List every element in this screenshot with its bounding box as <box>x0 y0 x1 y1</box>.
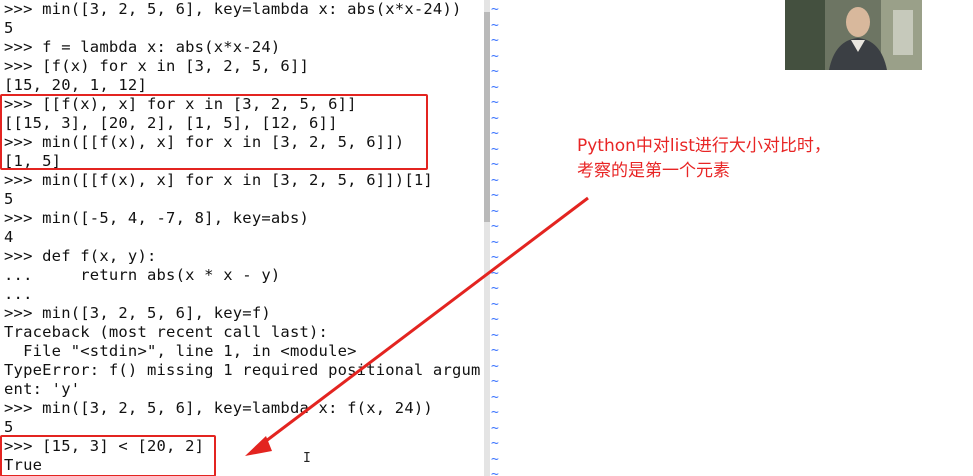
annotation-text: Python中对list进行大小对比时， 考察的是第一个元素 <box>577 134 831 184</box>
tilde-marker: ~ <box>491 312 499 327</box>
tilde-marker: ~ <box>491 234 499 250</box>
tilde-marker: ~ <box>491 405 499 420</box>
tilde-marker: ~ <box>491 17 499 33</box>
tilde-marker: ~ <box>491 436 499 451</box>
editor-gutter: ~ ~ ~ ~ ~ ~ ~ ~ ~ ~ ~ ~ ~ ~ ~ ~ ~ ~ ~ ~ ~ ~ ~ ~ ~ ~ ~ ~ ~ ~ ~ <box>490 0 504 476</box>
annotation-line-1: Python中对list进行大小对比时， <box>577 136 831 156</box>
tilde-marker: ~ <box>491 420 499 436</box>
tilde-marker: ~ <box>491 188 499 203</box>
tilde-marker: ~ <box>491 157 499 172</box>
tilde-marker: ~ <box>491 48 499 64</box>
presenter-webcam <box>785 0 922 70</box>
terminal-line: 5 <box>4 190 14 208</box>
terminal-line: 5 <box>4 19 14 37</box>
terminal-pane[interactable]: >>> min([3, 2, 5, 6], key=lambda x: abs(… <box>0 0 484 476</box>
tilde-marker: ~ <box>491 203 499 219</box>
highlight-box-comparison <box>0 435 216 476</box>
terminal-line: Traceback (most recent call last): <box>4 323 329 341</box>
tilde-marker: ~ <box>491 389 499 405</box>
terminal-line: TypeError: f() missing 1 required positi… <box>4 361 481 379</box>
tilde-marker: ~ <box>491 343 499 358</box>
tilde-marker: ~ <box>491 467 499 476</box>
tilde-marker: ~ <box>491 374 499 389</box>
terminal-line: [15, 20, 1, 12] <box>4 76 147 94</box>
tilde-marker: ~ <box>491 2 499 17</box>
tilde-marker: ~ <box>491 219 499 234</box>
tilde-marker: ~ <box>491 110 499 126</box>
tilde-marker: ~ <box>491 451 499 467</box>
editor-pane[interactable] <box>504 0 973 476</box>
terminal-line: >>> min([-5, 4, -7, 8], key=abs) <box>4 209 310 227</box>
webcam-image <box>785 0 922 70</box>
tilde-marker: ~ <box>491 327 499 343</box>
tilde-marker: ~ <box>491 250 499 265</box>
terminal-line: >>> def f(x, y): <box>4 247 157 265</box>
text-cursor-icon: I <box>303 451 311 466</box>
terminal-line: >>> min([3, 2, 5, 6], key=f) <box>4 304 271 322</box>
terminal-line: >>> [f(x) for x in [3, 2, 5, 6]] <box>4 57 310 75</box>
terminal-line: >>> min([3, 2, 5, 6], key=lambda x: abs(… <box>4 0 462 18</box>
tilde-marker: ~ <box>491 281 499 296</box>
tilde-marker: ~ <box>491 141 499 157</box>
tilde-marker: ~ <box>491 172 499 188</box>
terminal-line: 4 <box>4 228 14 246</box>
annotation-line-2: 考察的是第一个元素 <box>577 161 730 181</box>
tilde-marker: ~ <box>491 95 499 110</box>
tilde-marker: ~ <box>491 126 499 141</box>
terminal-line: ent: 'y' <box>4 380 81 398</box>
tilde-marker: ~ <box>491 79 499 95</box>
tilde-marker: ~ <box>491 296 499 312</box>
terminal-line: >>> min([[f(x), x] for x in [3, 2, 5, 6]… <box>4 171 433 189</box>
terminal-line: >>> min([3, 2, 5, 6], key=lambda x: f(x,… <box>4 399 433 417</box>
tilde-marker: ~ <box>491 33 499 48</box>
tilde-marker: ~ <box>491 64 499 79</box>
tilde-marker: ~ <box>491 265 499 281</box>
tilde-marker: ~ <box>491 358 499 374</box>
terminal-line: File "<stdin>", line 1, in <module> <box>4 342 357 360</box>
terminal-line: ... return abs(x * x - y) <box>4 266 281 284</box>
terminal-line: >>> f = lambda x: abs(x*x-24) <box>4 38 281 56</box>
terminal-line: ... <box>4 285 33 303</box>
highlight-box-list-compare <box>0 94 428 170</box>
